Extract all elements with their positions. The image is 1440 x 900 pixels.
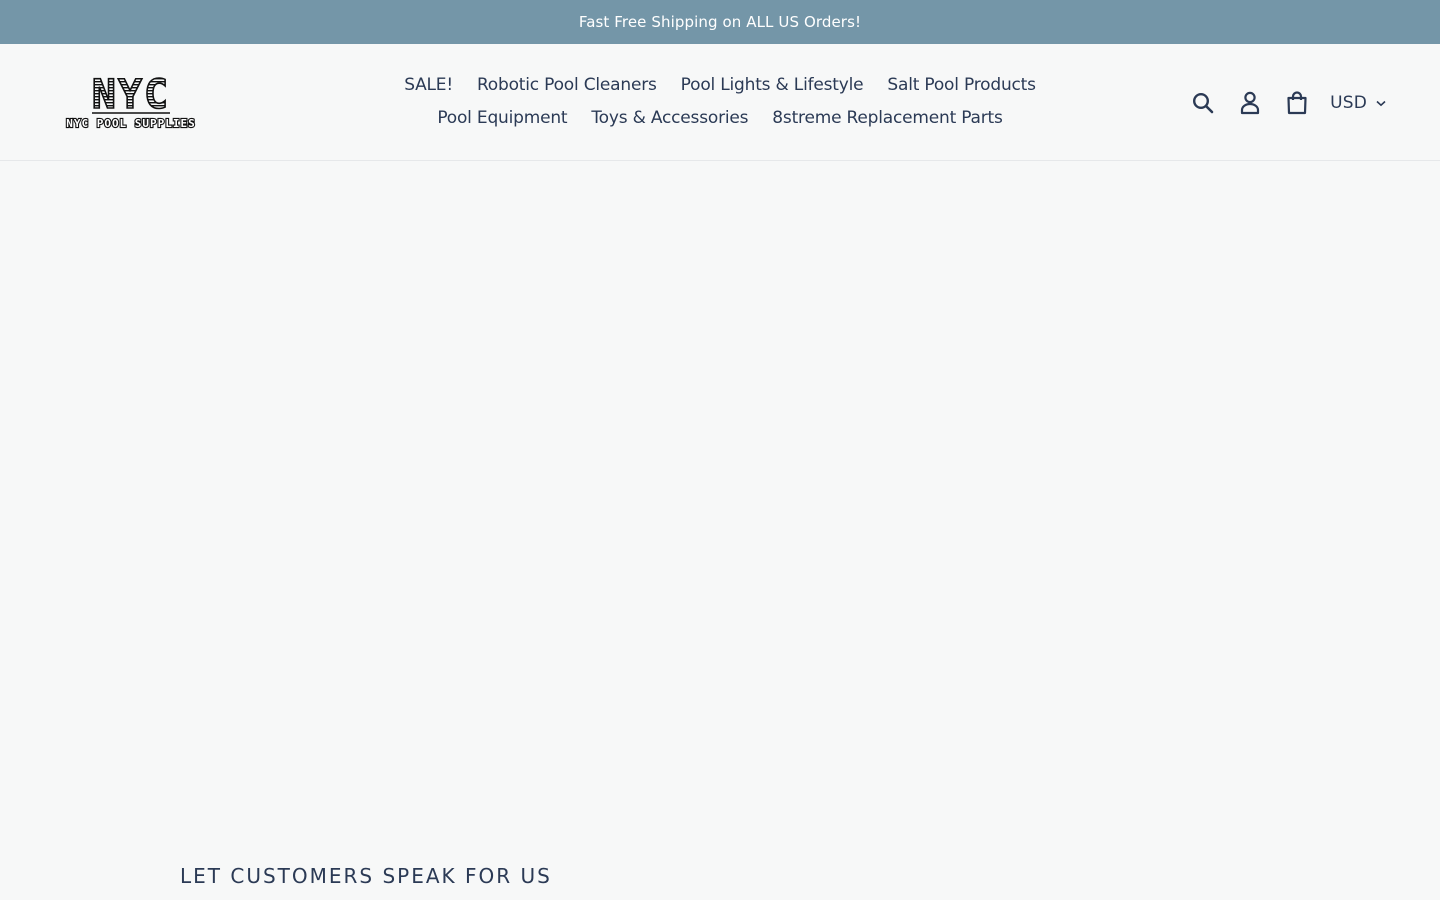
currency-selector[interactable]: USD xyxy=(1330,93,1386,113)
site-header: NYC NYC POOL SUPPLIES SALE! Robotic Pool… xyxy=(0,44,1440,161)
nav-item-toys-accessories[interactable]: Toys & Accessories xyxy=(579,108,760,128)
search-icon xyxy=(1192,92,1213,114)
announcement-bar: Fast Free Shipping on ALL US Orders! xyxy=(0,0,1440,44)
cart-button[interactable] xyxy=(1273,84,1320,122)
nav-item-sale[interactable]: SALE! xyxy=(392,75,465,95)
site-logo[interactable]: NYC NYC POOL SUPPLIES xyxy=(62,72,200,132)
account-button[interactable] xyxy=(1226,84,1273,122)
nav-item-8streme-replacement-parts[interactable]: 8streme Replacement Parts xyxy=(760,108,1014,128)
logo-letters: NYC xyxy=(92,72,170,118)
nav-item-pool-lights-lifestyle[interactable]: Pool Lights & Lifestyle xyxy=(669,75,876,95)
chevron-down-icon xyxy=(1376,100,1386,107)
cart-icon xyxy=(1286,91,1307,115)
nav-item-pool-equipment[interactable]: Pool Equipment xyxy=(425,108,579,128)
section-heading-testimonials: LET CUSTOMERS SPEAK FOR US xyxy=(180,864,552,888)
main-navigation: SALE! Robotic Pool Cleaners Pool Lights … xyxy=(380,68,1060,134)
currency-value: USD xyxy=(1330,93,1367,113)
header-icons: USD xyxy=(1179,84,1386,122)
hero-area xyxy=(0,161,1440,841)
nav-row-1: SALE! Robotic Pool Cleaners Pool Lights … xyxy=(380,68,1060,101)
search-button[interactable] xyxy=(1179,84,1226,122)
logo-graphic: NYC NYC POOL SUPPLIES xyxy=(65,72,196,131)
announcement-text: Fast Free Shipping on ALL US Orders! xyxy=(578,13,862,31)
logo-tagline: NYC POOL SUPPLIES xyxy=(66,117,196,130)
nav-item-robotic-pool-cleaners[interactable]: Robotic Pool Cleaners xyxy=(465,75,669,95)
nav-row-2: Pool Equipment Toys & Accessories 8strem… xyxy=(380,101,1060,134)
user-icon xyxy=(1240,91,1259,115)
nav-item-salt-pool-products[interactable]: Salt Pool Products xyxy=(875,75,1047,95)
